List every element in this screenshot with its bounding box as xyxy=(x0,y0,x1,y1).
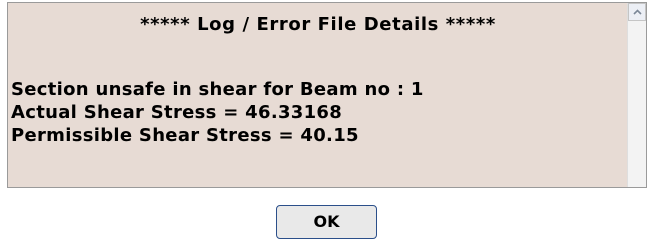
log-title: ***** Log / Error File Details ***** xyxy=(140,14,496,35)
ok-button[interactable]: OK xyxy=(276,205,377,239)
chevron-up-icon xyxy=(633,9,642,15)
scroll-up-button[interactable] xyxy=(628,3,646,21)
log-line-shear-unsafe: Section unsafe in shear for Beam no : 1 xyxy=(11,79,424,100)
log-error-details-box[interactable]: ***** Log / Error File Details ***** Sec… xyxy=(7,2,647,188)
log-text-area[interactable]: ***** Log / Error File Details ***** Sec… xyxy=(8,3,628,187)
vertical-scrollbar[interactable] xyxy=(627,3,646,187)
log-line-actual-shear-stress: Actual Shear Stress = 46.33168 xyxy=(11,102,343,123)
log-line-permissible-shear-stress: Permissible Shear Stress = 40.15 xyxy=(11,125,359,146)
